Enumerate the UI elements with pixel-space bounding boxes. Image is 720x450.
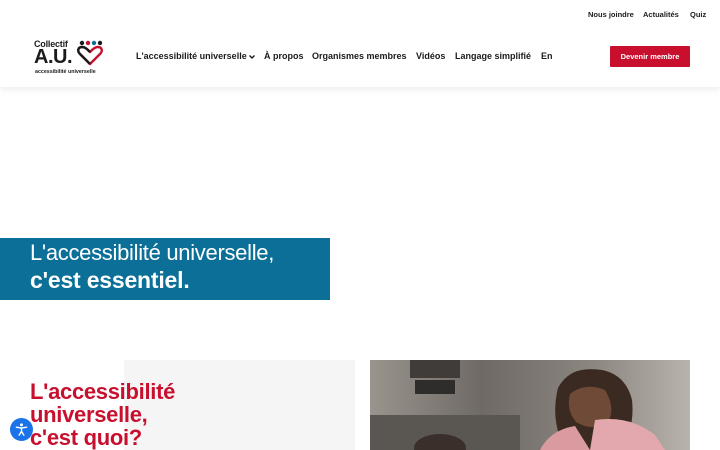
heart-people-icon — [77, 40, 103, 66]
page: Nous joindre Actualités Quiz Collectif A… — [0, 0, 720, 450]
link-nous-joindre[interactable]: Nous joindre — [588, 10, 634, 19]
section-heading-line3: c'est quoi? — [30, 425, 142, 450]
nav-item-accessibilite[interactable]: L'accessibilité universelle — [136, 51, 247, 61]
hero-heading-line1: L'accessibilité universelle, — [30, 240, 275, 265]
section-heading-line2: universelle, — [30, 402, 148, 427]
section-photo — [370, 360, 690, 450]
site-logo[interactable]: Collectif A.U. accessibilité universelle — [34, 39, 106, 79]
nav-item-organismes[interactable]: Organismes membres — [312, 51, 407, 61]
link-actualites[interactable]: Actualités — [643, 10, 679, 19]
main-header: Collectif A.U. accessibilité universelle… — [0, 27, 720, 87]
chevron-down-icon[interactable] — [248, 53, 256, 61]
section-heading-line1: L'accessibilité — [30, 379, 176, 404]
accessibility-icon[interactable] — [10, 418, 33, 441]
accessibility-figure — [15, 423, 28, 436]
utility-bar: Nous joindre Actualités Quiz — [0, 0, 720, 26]
section-heading: L'accessibilité universelle, c'est quoi? — [30, 380, 175, 449]
nav-item-language-en[interactable]: En — [541, 51, 553, 61]
logo-mark-text: A.U. — [34, 46, 73, 68]
nav-item-videos[interactable]: Vidéos — [416, 51, 445, 61]
nav-item-langage-simplifie[interactable]: Langage simplifié — [455, 51, 531, 61]
devenir-membre-button[interactable]: Devenir membre — [610, 46, 690, 67]
photo-illustration — [370, 360, 690, 450]
nav-item-a-propos[interactable]: À propos — [264, 51, 304, 61]
hero-heading-line2: c'est essentiel. — [30, 267, 190, 293]
logo-sub-text: accessibilité universelle — [35, 69, 96, 75]
link-quiz[interactable]: Quiz — [690, 10, 706, 19]
